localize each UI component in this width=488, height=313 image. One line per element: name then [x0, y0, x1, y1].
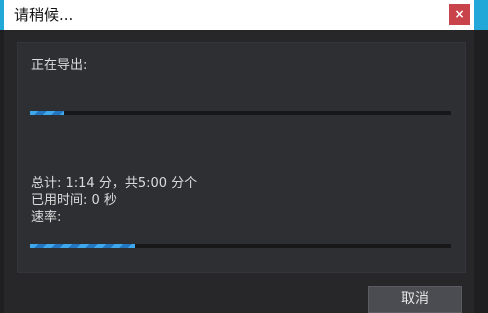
dialog-title: 请稍候...	[14, 6, 74, 24]
background-window-accent-right	[474, 0, 488, 30]
export-heading: 正在导出:	[31, 58, 88, 73]
rate-text: 速率:	[31, 210, 62, 225]
export-progress-fill	[30, 111, 64, 115]
export-panel: 正在导出: 总计: 1:14 分，共5:00 分个 已用时间: 0 秒 速率:	[17, 42, 466, 273]
close-button[interactable]: ×	[449, 4, 470, 25]
export-progress-bar	[30, 111, 451, 115]
progress-dialog: 请稍候... × 正在导出: 总计: 1:14 分，共5:00 分个 已用时间:…	[4, 0, 474, 313]
cancel-button[interactable]: 取消	[368, 286, 462, 313]
rate-progress-bar	[30, 244, 451, 248]
total-duration-text: 总计: 1:14 分，共5:00 分个	[31, 176, 198, 191]
elapsed-time-text: 已用时间: 0 秒	[31, 193, 117, 208]
dialog-titlebar: 请稍候... ×	[4, 0, 474, 30]
close-icon: ×	[454, 7, 465, 21]
rate-progress-fill	[30, 244, 136, 248]
